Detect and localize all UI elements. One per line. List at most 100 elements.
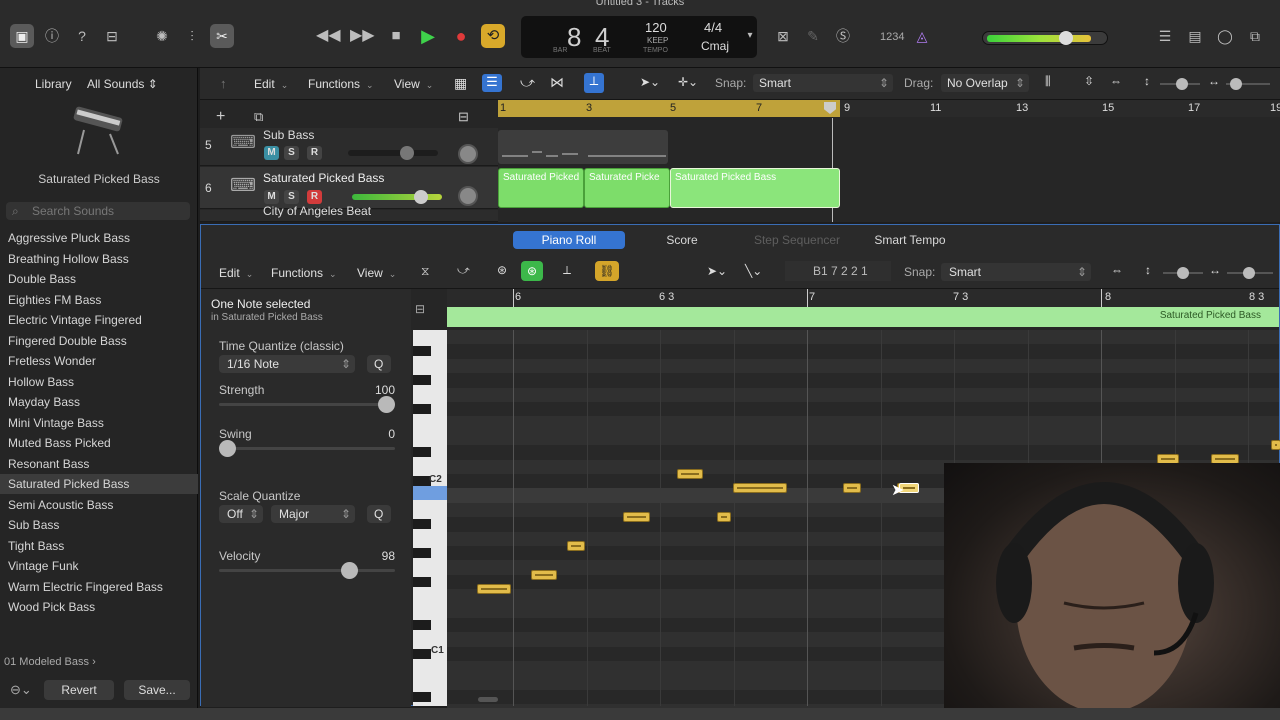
lcd-menu-chevron-icon[interactable]: ▾	[738, 24, 762, 48]
mixer-icon[interactable]: ⫶	[180, 24, 204, 48]
track-header-sub-bass[interactable]: 5 ⌨ Sub Bass M S R	[200, 128, 498, 166]
midi-note[interactable]	[1271, 440, 1280, 450]
midi-note[interactable]	[531, 570, 557, 580]
track-name[interactable]: City of Angeles Beat	[263, 204, 371, 218]
list-view-icon[interactable]: ☰	[482, 74, 502, 92]
horizontal-zoom-slider[interactable]	[1226, 78, 1270, 90]
rewind-icon[interactable]: ◀◀	[316, 24, 341, 48]
lcd-display[interactable]: 8 4 BAR BEAT 120 KEEP TEMPO 4/4 Cmaj	[521, 16, 757, 58]
black-key[interactable]	[413, 346, 431, 357]
pr-vertical-zoom-knob[interactable]	[1177, 267, 1189, 279]
sound-list-item[interactable]: Breathing Hollow Bass	[8, 249, 194, 269]
collapse-icon[interactable]: ⧖	[421, 264, 429, 279]
quantize-select[interactable]: 1/16 Note ⇕	[219, 355, 355, 373]
sound-list-item[interactable]: Fingered Double Bass	[8, 331, 194, 351]
swing-knob[interactable]	[219, 440, 236, 457]
waveform-zoom-icon[interactable]: ⫼	[1045, 74, 1051, 89]
midi-note[interactable]	[623, 512, 650, 522]
strength-knob[interactable]	[378, 396, 395, 413]
horizontal-scrollbar[interactable]	[478, 697, 498, 702]
mute-button[interactable]: M	[264, 190, 279, 204]
midi-note[interactable]	[567, 541, 585, 551]
duplicate-track-icon[interactable]: ⧉	[254, 109, 263, 125]
stop-icon[interactable]: ■	[384, 24, 408, 48]
sub-bass-region[interactable]	[498, 130, 668, 164]
sound-list-item[interactable]: Fretless Wonder	[8, 351, 194, 371]
midi-region[interactable]: Saturated Picked	[498, 168, 584, 208]
smart-controls-icon[interactable]: ✺	[150, 24, 174, 48]
sound-list-item[interactable]: Electric Vintage Fingered	[8, 310, 194, 330]
sound-list-item[interactable]: Semi Acoustic Bass	[8, 495, 194, 515]
mute-button[interactable]: M	[264, 146, 279, 160]
record-enable-button[interactable]: R	[307, 190, 322, 204]
sound-list-item[interactable]: Eighties FM Bass	[8, 290, 194, 310]
record-icon[interactable]: ●	[449, 24, 473, 48]
snap-select[interactable]: Smart ⇕	[753, 74, 893, 92]
velocity-knob[interactable]	[341, 562, 359, 579]
pointer-tool-icon[interactable]: ➤⌄	[640, 75, 660, 89]
loop-browser-icon[interactable]: ◯	[1213, 24, 1237, 48]
library-toggle-icon[interactable]: ▣	[10, 24, 34, 48]
master-volume-knob[interactable]	[1059, 31, 1073, 45]
master-volume-slider[interactable]	[982, 31, 1108, 45]
pr-vertical-zoom-slider[interactable]	[1163, 267, 1203, 279]
midi-region-selected[interactable]: Saturated Picked Bass	[670, 168, 840, 208]
pr-horizontal-zoom-knob[interactable]	[1243, 267, 1255, 279]
horizontal-fit-icon[interactable]: ⇔	[1111, 263, 1123, 277]
black-key[interactable]	[413, 548, 431, 558]
automation-icon[interactable]: ⤻	[457, 263, 470, 278]
scale-quantize-button[interactable]: Q	[367, 505, 391, 523]
tab-step-sequencer[interactable]: Step Sequencer	[741, 231, 853, 249]
pr-functions-menu[interactable]: Functions ⌄	[271, 266, 337, 280]
midi-in-icon[interactable]: ⊛	[497, 263, 507, 277]
sound-list-item[interactable]: Resonant Bass	[8, 454, 194, 474]
black-key[interactable]	[413, 375, 431, 386]
scale-mode-select[interactable]: Major ⇕	[271, 505, 355, 523]
midi-note[interactable]	[733, 483, 787, 493]
tab-score[interactable]: Score	[649, 231, 715, 249]
sound-list-item[interactable]: Saturated Picked Bass	[0, 474, 198, 494]
volume-slider[interactable]	[348, 146, 438, 160]
up-arrow-icon[interactable]: ↑	[220, 76, 227, 91]
black-key[interactable]	[413, 404, 431, 414]
swing-slider[interactable]	[219, 440, 395, 457]
sound-list-item[interactable]: Tight Bass	[8, 536, 194, 556]
count-in[interactable]: 1234	[880, 31, 904, 43]
help-icon[interactable]: ?	[70, 24, 94, 48]
catch-icon[interactable]: ⟂	[563, 263, 571, 278]
volume-knob[interactable]	[400, 146, 414, 160]
midi-out-icon[interactable]: ⊛	[521, 261, 543, 281]
quantize-button[interactable]: Q	[367, 355, 391, 373]
replace-icon[interactable]: ⊠	[771, 24, 795, 48]
tab-smart-tempo[interactable]: Smart Tempo	[865, 231, 955, 249]
save-button[interactable]: Save...	[124, 680, 190, 700]
pan-knob[interactable]	[458, 186, 478, 206]
autoinput-icon[interactable]: Ⓢ	[831, 24, 855, 48]
solo-button[interactable]: S	[284, 190, 299, 204]
tracks-edit-menu[interactable]: Edit ⌄	[254, 77, 288, 91]
flex-icon[interactable]: ⋈	[550, 74, 564, 91]
vertical-zoom-knob[interactable]	[1176, 78, 1188, 90]
autopunch-icon[interactable]: ✎	[801, 24, 825, 48]
pr-snap-select[interactable]: Smart ⇕	[941, 263, 1091, 281]
revert-button[interactable]: Revert	[44, 680, 114, 700]
sound-list-item[interactable]: Wood Pick Bass	[8, 597, 194, 617]
black-key[interactable]	[413, 620, 431, 630]
pr-edit-menu[interactable]: Edit ⌄	[219, 266, 253, 280]
black-key[interactable]	[413, 648, 431, 659]
library-settings-icon[interactable]: ⊖⌄	[10, 682, 32, 698]
track-name[interactable]: Sub Bass	[263, 128, 314, 142]
scale-quantize-off-select[interactable]: Off ⇕	[219, 505, 263, 523]
solo-button[interactable]: S	[284, 146, 299, 160]
horizontal-zoom-icon[interactable]: ↔	[1208, 74, 1220, 88]
search-field[interactable]: ⌕ Search Sounds	[6, 202, 190, 220]
record-enable-button[interactable]: R	[307, 146, 322, 160]
automation-icon[interactable]: ⤻	[520, 74, 535, 91]
sound-list-item[interactable]: Mayday Bass	[8, 392, 194, 412]
link-icon[interactable]: ⛓	[595, 261, 619, 281]
sound-list-item[interactable]: Sub Bass	[8, 515, 194, 535]
note-pad-icon[interactable]: ▤	[1183, 24, 1207, 48]
track-header-city[interactable]: City of Angeles Beat	[200, 204, 498, 222]
midi-note[interactable]	[717, 512, 731, 522]
black-key[interactable]	[413, 576, 431, 587]
